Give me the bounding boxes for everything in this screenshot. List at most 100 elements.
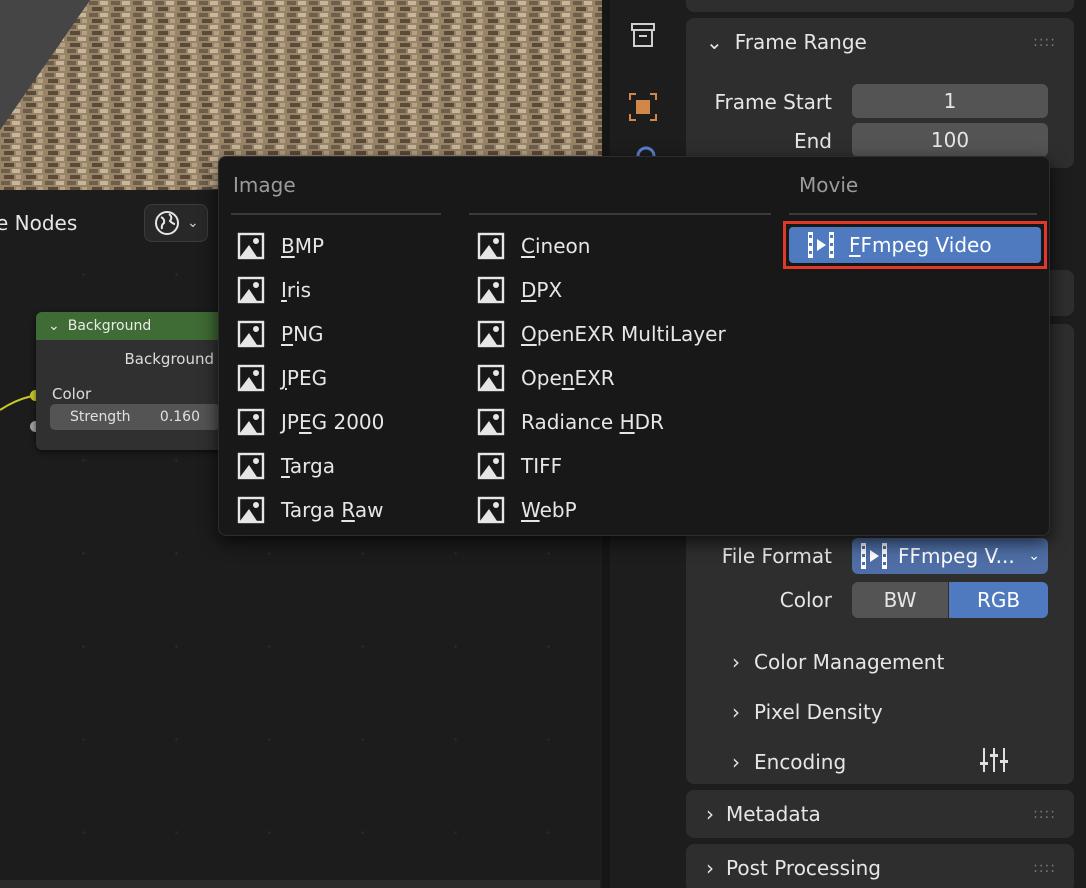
node-output-label: Background bbox=[124, 350, 215, 368]
color-bw-option[interactable]: BW bbox=[852, 582, 948, 618]
view-layer-tab-icon[interactable] bbox=[628, 92, 658, 122]
menu-item-format[interactable]: BMP bbox=[237, 226, 324, 266]
menu-item-format[interactable]: Radiance HDR bbox=[477, 402, 664, 442]
image-icon bbox=[477, 452, 505, 480]
editor-title: e Nodes bbox=[0, 211, 78, 235]
world-selector-button[interactable]: ⌄ bbox=[144, 204, 208, 242]
node-title: Background bbox=[67, 318, 152, 334]
chevron-right-icon: › bbox=[732, 650, 740, 674]
menu-item-label: DPX bbox=[521, 278, 563, 302]
presets-sliders-icon[interactable] bbox=[978, 744, 1010, 776]
menu-item-label: OpenEXR MultiLayer bbox=[521, 322, 726, 346]
chevron-right-icon: › bbox=[732, 750, 740, 774]
frame-range-title: Frame Range bbox=[734, 30, 867, 54]
image-icon bbox=[237, 452, 265, 480]
chevron-down-icon: ⌄ bbox=[1028, 548, 1040, 564]
menu-item-format[interactable]: JPEG 2000 bbox=[237, 402, 384, 442]
menu-item-label: PNG bbox=[281, 322, 324, 346]
metadata-header[interactable]: › Metadata bbox=[706, 802, 821, 826]
pixel-density-title: Pixel Density bbox=[754, 700, 883, 724]
movie-column-title: Movie bbox=[799, 173, 859, 197]
image-icon bbox=[477, 320, 505, 348]
frame-range-header[interactable]: ⌄ Frame Range bbox=[706, 30, 867, 54]
image-icon bbox=[237, 496, 265, 524]
node-input-color-label: Color bbox=[52, 385, 92, 403]
image-icon bbox=[477, 232, 505, 260]
menu-item-format[interactable]: OpenEXR MultiLayer bbox=[477, 314, 726, 354]
chevron-right-icon: › bbox=[706, 802, 714, 826]
metadata-panel[interactable]: › Metadata :::: bbox=[686, 790, 1074, 838]
menu-item-format[interactable]: OpenEXR bbox=[477, 358, 615, 398]
post-processing-panel[interactable]: › Post Processing :::: bbox=[686, 844, 1074, 888]
background-node[interactable]: ⌄ Background Background Color Strength 0… bbox=[36, 312, 226, 450]
panel-above bbox=[686, 0, 1074, 12]
strength-label: Strength bbox=[70, 409, 131, 425]
editor-bottom-strip bbox=[0, 880, 600, 888]
image-icon bbox=[237, 276, 265, 304]
separator bbox=[231, 213, 441, 215]
image-column-title: Image bbox=[233, 173, 296, 197]
drag-grip-icon[interactable]: :::: bbox=[1033, 34, 1056, 50]
menu-item-label: OpenEXR bbox=[521, 366, 615, 390]
output-tab-printer-icon[interactable] bbox=[628, 20, 658, 50]
node-header[interactable]: ⌄ Background bbox=[36, 312, 226, 340]
frame-end-label: End bbox=[793, 129, 832, 153]
image-icon bbox=[237, 232, 265, 260]
menu-item-label: JPEG 2000 bbox=[281, 410, 385, 434]
menu-item-format[interactable]: TIFF bbox=[477, 446, 562, 486]
chevron-right-icon: › bbox=[706, 856, 714, 880]
drag-grip-icon[interactable]: :::: bbox=[1033, 860, 1056, 876]
menu-item-label: JPEG bbox=[281, 366, 328, 390]
world-icon bbox=[155, 211, 179, 235]
menu-item-format[interactable]: Iris bbox=[237, 270, 311, 310]
image-icon bbox=[237, 320, 265, 348]
chevron-down-icon: ⌄ bbox=[187, 215, 199, 231]
film-icon bbox=[861, 543, 887, 569]
menu-item-format[interactable]: Targa bbox=[237, 446, 335, 486]
pixel-density-subpanel[interactable]: › Pixel Density bbox=[732, 700, 883, 724]
encoding-title: Encoding bbox=[754, 750, 847, 774]
menu-item-format[interactable]: Targa Raw bbox=[237, 490, 383, 530]
file-format-dropdown[interactable]: FFmpeg V... ⌄ bbox=[852, 538, 1048, 574]
color-rgb-option[interactable]: RGB bbox=[949, 582, 1048, 618]
menu-item-label: Cineon bbox=[521, 234, 591, 258]
menu-item-format[interactable]: Cineon bbox=[477, 226, 590, 266]
menu-item-label: Targa Raw bbox=[281, 498, 384, 522]
post-processing-header[interactable]: › Post Processing bbox=[706, 856, 881, 880]
color-management-subpanel[interactable]: › Color Management bbox=[732, 650, 944, 674]
strength-value: 0.160 bbox=[159, 409, 200, 425]
chevron-right-icon: › bbox=[732, 700, 740, 724]
menu-item-label: Targa bbox=[281, 454, 335, 478]
highlight-annotation bbox=[783, 221, 1047, 269]
menu-item-label: Iris bbox=[281, 278, 312, 302]
file-format-value: FFmpeg V... bbox=[898, 544, 1015, 568]
image-icon bbox=[477, 276, 505, 304]
post-processing-title: Post Processing bbox=[726, 856, 881, 880]
frame-range-panel: ⌄ Frame Range :::: Frame Start 1 End 100 bbox=[686, 18, 1074, 168]
color-label: Color bbox=[779, 588, 832, 612]
frame-start-field[interactable]: 1 bbox=[852, 84, 1048, 118]
menu-item-format[interactable]: JPEG bbox=[237, 358, 327, 398]
menu-item-format[interactable]: PNG bbox=[237, 314, 324, 354]
frame-start-label: Frame Start bbox=[714, 90, 832, 114]
image-icon bbox=[477, 408, 505, 436]
metadata-title: Metadata bbox=[726, 802, 821, 826]
menu-item-label: BMP bbox=[281, 234, 325, 258]
collapse-chevron-icon[interactable]: ⌄ bbox=[48, 318, 60, 334]
image-icon bbox=[237, 408, 265, 436]
file-format-label: File Format bbox=[721, 544, 832, 568]
encoding-subpanel[interactable]: › Encoding bbox=[732, 750, 846, 774]
menu-item-format[interactable]: WebP bbox=[477, 490, 577, 530]
separator bbox=[469, 213, 771, 215]
frame-end-field[interactable]: 100 bbox=[852, 123, 1048, 157]
menu-item-label: TIFF bbox=[521, 454, 563, 478]
separator bbox=[789, 213, 1037, 215]
menu-item-format[interactable]: DPX bbox=[477, 270, 562, 310]
drag-grip-icon[interactable]: :::: bbox=[1033, 806, 1056, 822]
strength-field[interactable]: Strength 0.160 bbox=[50, 404, 220, 430]
chevron-down-icon: ⌄ bbox=[706, 30, 723, 54]
image-icon bbox=[477, 496, 505, 524]
image-icon bbox=[477, 364, 505, 392]
file-format-menu: Image Movie BMP Iris PNG JPEG JPEG 2000 Targa… bbox=[218, 156, 1050, 536]
menu-item-label: WebP bbox=[521, 498, 577, 522]
